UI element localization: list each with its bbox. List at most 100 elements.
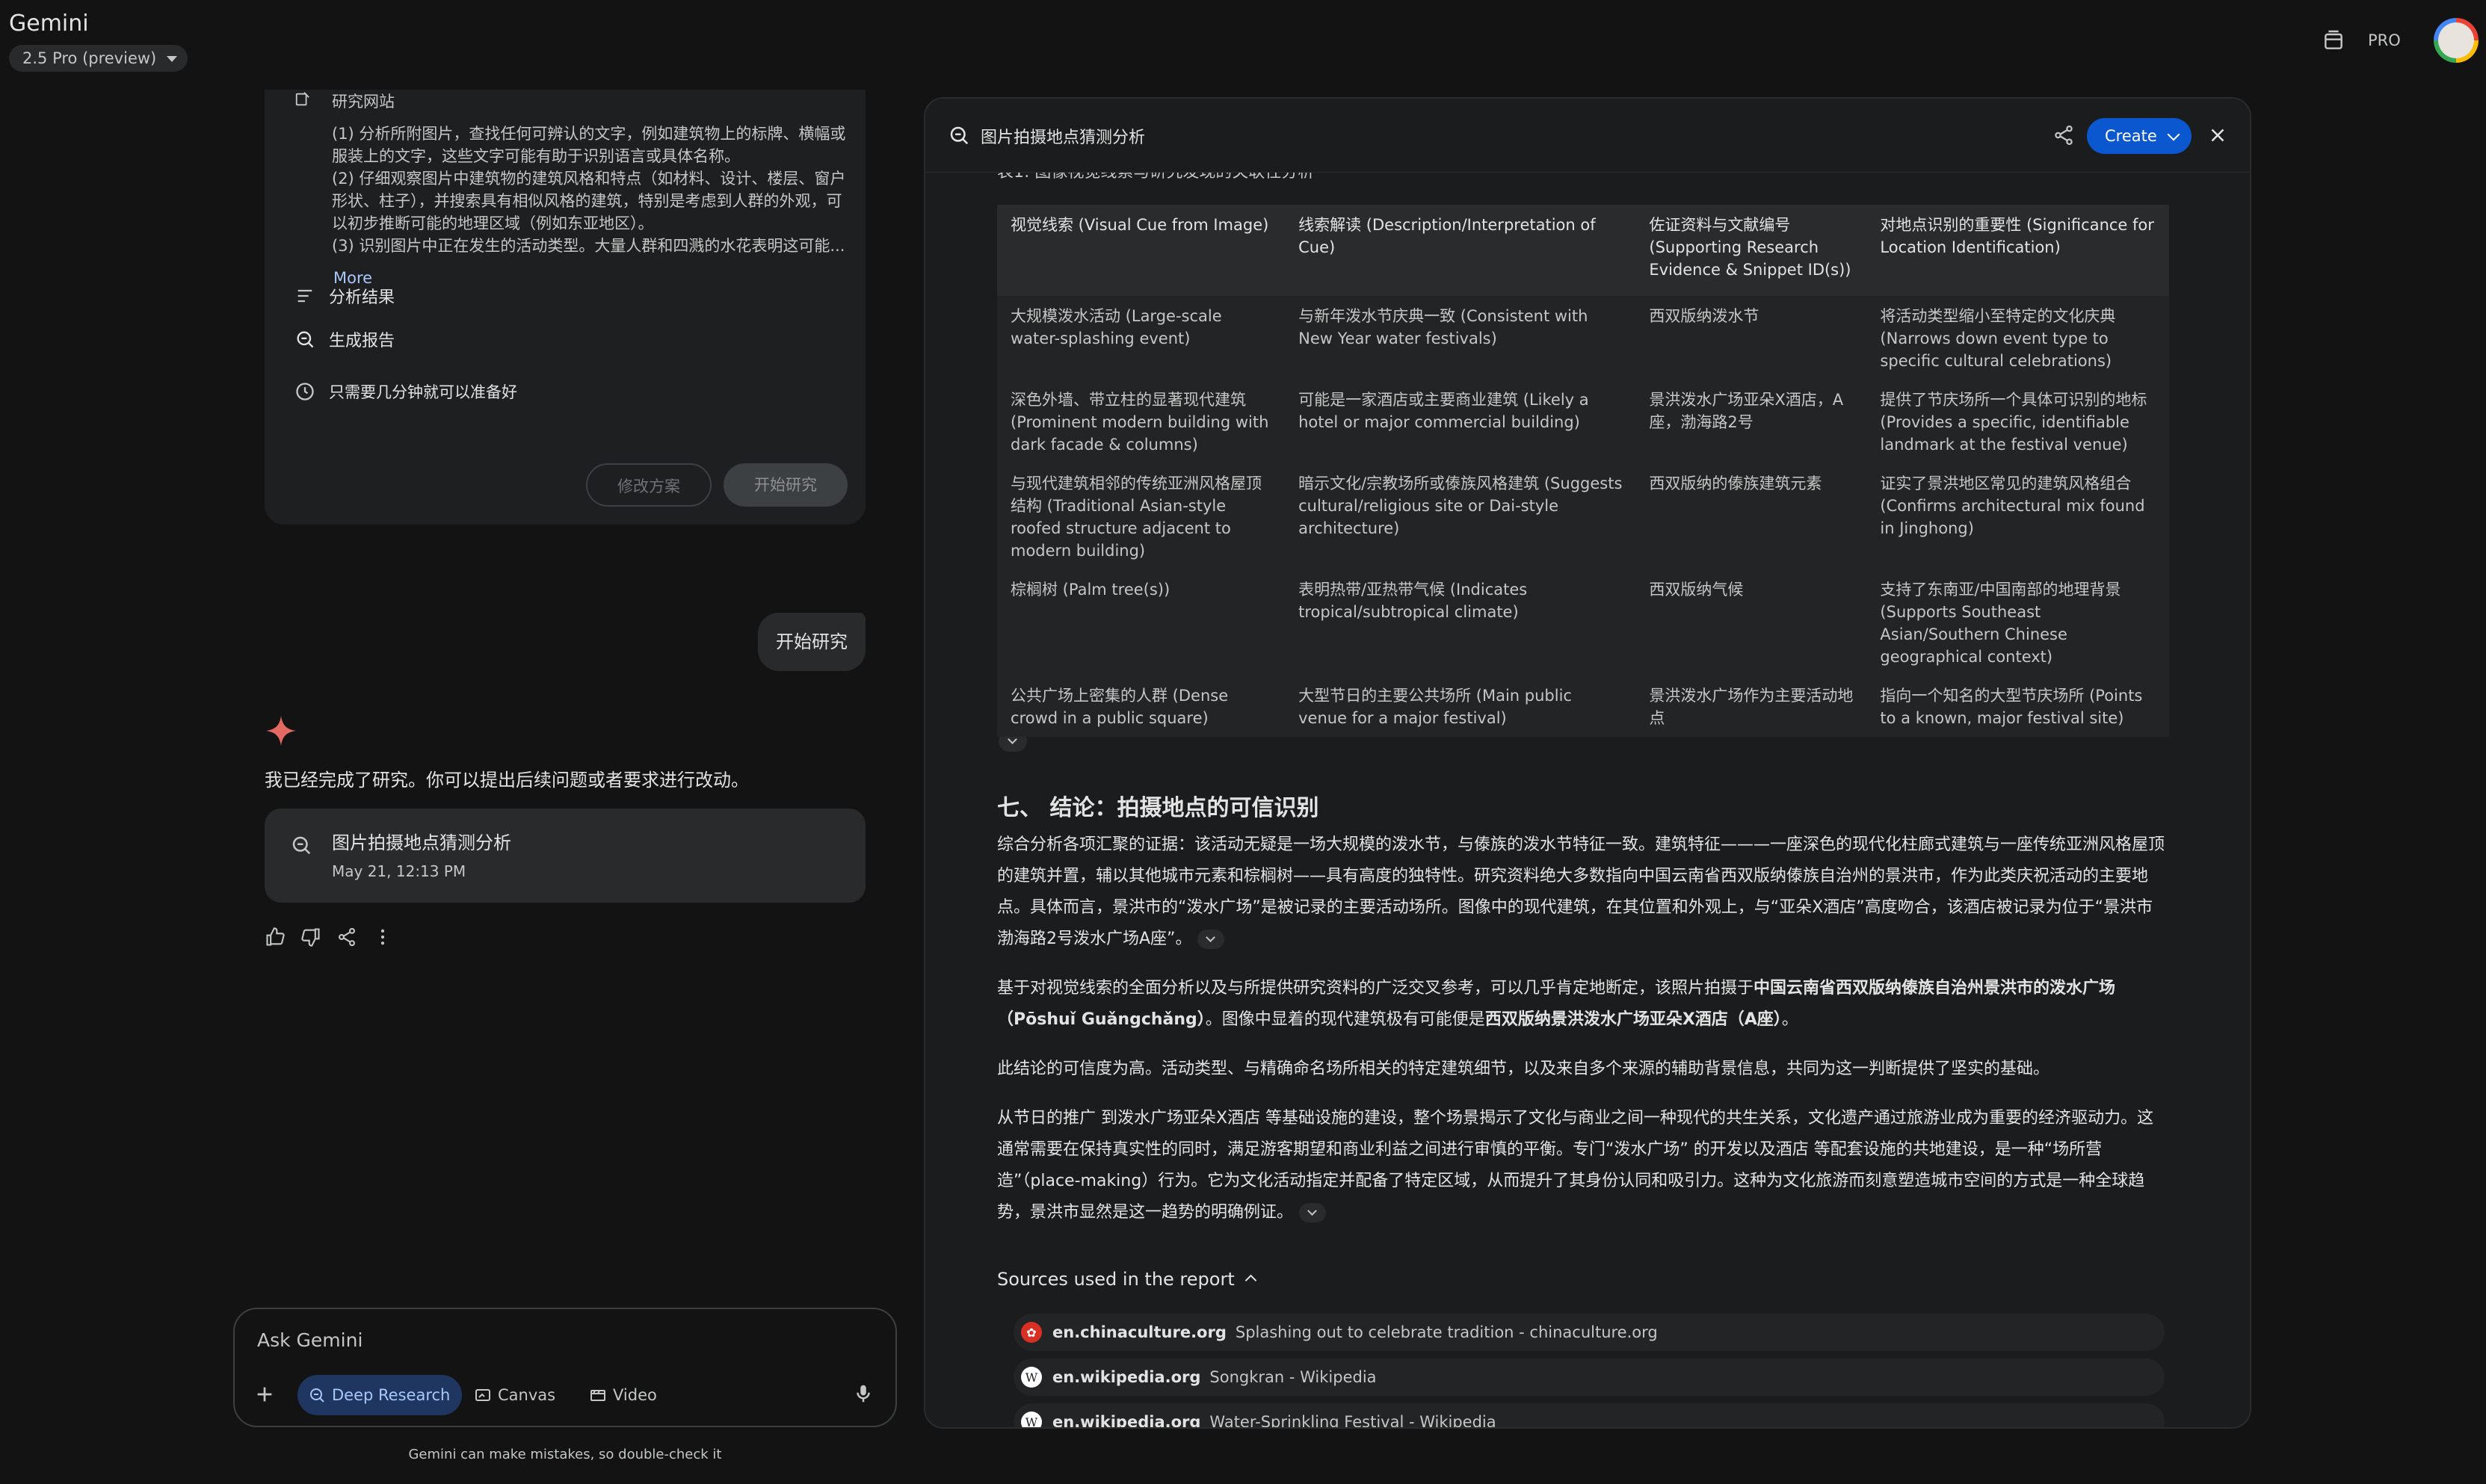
top-bar: Gemini 2.5 Pro (preview) PRO (0, 0, 2486, 75)
edit-plan-button[interactable]: 修改方案 (586, 463, 712, 507)
table-cell: 景洪泼水广场亚朵X酒店，A座，渤海路2号 (1649, 391, 1844, 431)
plan-steps-text: (1) 分析所附图片，查找任何可辨认的文字，例如建筑物上的标牌、横幅或服装上的文… (332, 123, 848, 257)
source-item[interactable]: W en.wikipedia.org Songkran - Wikipedia (1014, 1358, 2165, 1396)
prompt-box: Deep Research Canvas Video (233, 1308, 897, 1427)
chat-history-icon[interactable] (2322, 28, 2345, 52)
table-cell: 可能是一家酒店或主要商业建筑 (Likely a hotel or major … (1298, 391, 1589, 431)
list-icon (297, 289, 312, 303)
more-options-icon[interactable] (372, 927, 393, 947)
table-cell: 证实了景洪地区常见的建筑风格组合 (Confirms architectural… (1880, 474, 2145, 537)
caret-down-icon (167, 56, 178, 62)
wikipedia-icon: W (1021, 1367, 1042, 1388)
table-cell: 西双版纳泼水节 (1649, 307, 1759, 325)
share-icon[interactable] (2052, 124, 2075, 146)
table-row: 大规模泼水活动 (Large-scale water-splashing eve… (997, 296, 2169, 380)
table-cell: 支持了东南亚/中国南部的地理背景 (Supports Southeast Asi… (1880, 581, 2121, 666)
disclaimer: Gemini can make mistakes, so double-chec… (408, 1447, 722, 1462)
plus-icon[interactable] (253, 1382, 277, 1406)
table-cell: 西双版纳气候 (1649, 581, 1744, 599)
report-card-title: 图片拍摄地点猜测分析 (332, 832, 511, 853)
report-search-icon (950, 126, 969, 145)
paragraph: 此结论的可信度为高。活动类型、与精确命名场所相关的特定建筑细节，以及来自多个来源… (997, 1060, 2050, 1078)
table-cell: 棕榈树 (Palm tree(s)) (1011, 581, 1170, 599)
report-search-icon (297, 331, 314, 348)
table-cell: 提供了节庆场所一个具体可识别的地标 (Provides a specific, … (1880, 391, 2147, 454)
table-cell: 将活动类型缩小至特定的文化庆典 (Narrows down event type… (1880, 307, 2116, 370)
table-cell: 暗示文化/宗教场所或傣族风格建筑 (Suggests cultural/reli… (1298, 474, 1623, 537)
table-header: 线索解读 (Description/Interpretation of Cue) (1285, 205, 1636, 296)
table-row: 与现代建筑相邻的传统亚洲风格屋顶结构 (Traditional Asian-st… (997, 463, 2169, 569)
feedback-row (265, 927, 393, 949)
source-item[interactable]: W en.wikipedia.org Water-Sprinkling Fest… (1014, 1403, 2165, 1427)
thumbs-up-icon[interactable] (265, 927, 286, 947)
prompt-input[interactable] (256, 1329, 782, 1352)
table-header: 佐证资料与文献编号 (Supporting Research Evidence … (1635, 205, 1867, 296)
section-heading: 七、 结论：拍摄地点的可信识别 (997, 795, 1319, 821)
citation-chevron-icon[interactable] (1299, 1203, 1327, 1222)
plan-line: (3) 识别图片中正在发生的活动类型。大量人群和四溅的水花表明这可能... (332, 237, 845, 255)
video-icon (590, 1390, 605, 1401)
report-search-icon (292, 836, 311, 855)
clock-icon (296, 383, 314, 401)
thumbs-down-icon[interactable] (300, 927, 321, 947)
table-row: 棕榈树 (Palm tree(s)) 表明热带/亚热带气候 (Indicates… (997, 569, 2169, 675)
create-button[interactable]: Create (2087, 118, 2192, 154)
table-row: 公共广场上密集的人群 (Dense crowd in a public squa… (997, 675, 2169, 737)
top-right-actions: PRO (2322, 18, 2486, 63)
microphone-icon[interactable] (852, 1382, 875, 1405)
canvas-icon (475, 1389, 490, 1401)
canvas-chip[interactable]: Canvas (463, 1375, 567, 1415)
table-header-row: 视觉线索 (Visual Cue from Image) 线索解读 (Descr… (997, 205, 2169, 296)
panel-title: 图片拍摄地点猜测分析 (981, 129, 1146, 147)
table-cell: 与新年泼水节庆典一致 (Consistent with New Year wat… (1298, 307, 1588, 347)
report-card-date: May 21, 12:13 PM (332, 862, 466, 880)
table-cell: 深色外墙、带立柱的显著现代建筑 (Prominent modern buildi… (1011, 391, 1269, 454)
model-name: 2.5 Pro (preview) (22, 49, 157, 67)
plan-step-heading: 研究网站 (332, 93, 395, 111)
assistant-reply: 我已经完成了研究。你可以提出后续问题或者要求进行改动。 (265, 770, 749, 791)
table-cell: 西双版纳的傣族建筑元素 (1649, 474, 1822, 492)
table-cell: 表明热带/亚热带气候 (Indicates tropical/subtropic… (1298, 581, 1528, 621)
plan-line: (1) 分析所附图片，查找任何可辨认的文字，例如建筑物上的标牌、横幅或服装上的文… (332, 125, 846, 165)
wikipedia-icon: W (1021, 1412, 1042, 1427)
pro-badge: PRO (2368, 31, 2401, 49)
table-cell: 大型节日的主要公共场所 (Main public venue for a maj… (1298, 687, 1572, 727)
gemini-spark-icon (265, 715, 297, 746)
chinaculture-icon: ✿ (1021, 1322, 1042, 1343)
report-panel: 图片拍摄地点猜测分析 Create 表1: 图像视觉线索与研究发现的关联性分析 … (924, 97, 2251, 1429)
app-title: Gemini (9, 10, 89, 37)
table-cell: 景洪泼水广场作为主要活动地点 (1649, 687, 1854, 727)
start-research-button[interactable]: 开始研究 (724, 463, 848, 507)
paragraph: 从节日的推广 到泼水广场亚朵X酒店 等基础设施的建设，整个场景揭示了文化与商业之… (997, 1109, 2154, 1222)
step-analyze-results: 分析结果 (294, 282, 395, 309)
evidence-table: 视觉线索 (Visual Cue from Image) 线索解读 (Descr… (997, 205, 2169, 737)
table-header: 视觉线索 (Visual Cue from Image) (997, 205, 1286, 296)
deep-research-icon (310, 1388, 324, 1403)
share-icon[interactable] (336, 927, 357, 947)
table-row: 深色外墙、带立柱的显著现代建筑 (Prominent modern buildi… (997, 380, 2169, 463)
table-cell: 大规模泼水活动 (Large-scale water-splashing eve… (1011, 307, 1222, 347)
chevron-up-icon (1244, 1274, 1257, 1286)
table-cell: 公共广场上密集的人群 (Dense crowd in a public squa… (1011, 687, 1229, 727)
paragraph: 基于对视觉线索的全面分析以及与所提供研究资料的广泛交叉参考，可以几乎肯定地断定，… (997, 979, 2116, 1029)
avatar[interactable] (2434, 18, 2479, 63)
user-message: 开始研究 (758, 613, 866, 671)
chevron-down-icon (2167, 128, 2180, 141)
source-item[interactable]: ✿ en.chinaculture.org Splashing out to c… (1014, 1314, 2165, 1351)
close-icon[interactable] (2206, 124, 2229, 146)
table-cell: 指向一个知名的大型节庆场所 (Points to a known, major … (1880, 687, 2143, 727)
panel-header: 图片拍摄地点猜测分析 Create (925, 99, 2250, 173)
paragraph: 综合分析各项汇聚的证据：该活动无疑是一场大规模的泼水节，与傣族的泼水节特征一致。… (997, 835, 2165, 949)
table-header: 对地点识别的重要性 (Significance for Location Ide… (1866, 205, 2169, 296)
model-selector[interactable]: 2.5 Pro (preview) (9, 45, 188, 72)
plan-line: (2) 仔细观察图片中建筑物的建筑风格和特点（如材料、设计、楼层、窗户形状、柱子… (332, 170, 846, 232)
report-card[interactable]: 图片拍摄地点猜测分析 May 21, 12:13 PM (265, 809, 866, 903)
video-chip[interactable]: Video (579, 1375, 669, 1415)
step-generate-report: 生成报告 (294, 326, 395, 353)
citation-chevron-icon[interactable] (1197, 930, 1225, 949)
deep-research-chip[interactable]: Deep Research (297, 1375, 463, 1415)
sources-toggle[interactable]: Sources used in the report (997, 1269, 1257, 1290)
research-plan-card: 研究网站 (1) 分析所附图片，查找任何可辨认的文字，例如建筑物上的标牌、横幅或… (265, 90, 866, 525)
table-cell: 与现代建筑相邻的传统亚洲风格屋顶结构 (Traditional Asian-st… (1011, 474, 1262, 560)
time-estimate: 只需要几分钟就可以准备好 (294, 378, 517, 405)
